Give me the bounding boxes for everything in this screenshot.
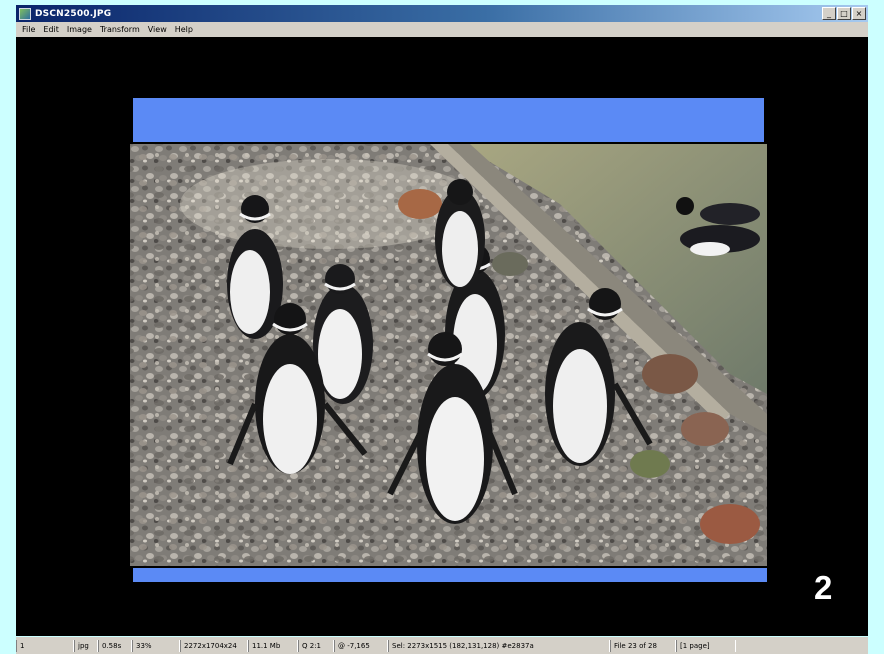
status-dimensions: 2272x1704x24 [180, 639, 248, 652]
status-load-time: 0.58s [98, 639, 132, 652]
menu-bar: File Edit Image Transform View Help [16, 22, 868, 37]
menu-image[interactable]: Image [63, 25, 96, 34]
status-pages: [1 page] [676, 639, 736, 652]
window-controls: _ □ × [822, 7, 866, 20]
status-memory: 11.1 Mb [248, 639, 298, 652]
menu-help[interactable]: Help [171, 25, 197, 34]
menu-transform[interactable]: Transform [96, 25, 144, 34]
slide-number: 2 [814, 569, 833, 606]
window-title: DSCN2500.JPG [35, 8, 112, 19]
status-format: jpg [74, 639, 98, 652]
app-icon[interactable] [19, 7, 31, 20]
title-bar[interactable]: DSCN2500.JPG _ □ × [16, 5, 868, 22]
menu-edit[interactable]: Edit [39, 25, 63, 34]
menu-view[interactable]: View [144, 25, 171, 34]
status-file-position: File 23 of 28 [610, 639, 676, 652]
status-cursor: @ -7,165 [334, 639, 388, 652]
image-canvas[interactable]: 2 [16, 37, 868, 636]
status-zoom: 33% [132, 639, 180, 652]
menu-file[interactable]: File [18, 25, 39, 34]
slide-header-bar [133, 98, 764, 142]
status-index: 1 [16, 639, 74, 652]
viewer-window: DSCN2500.JPG _ □ × File Edit Image Trans… [0, 0, 884, 654]
status-selection: Sel: 2273x1515 (182,131,128) #e2837a [388, 639, 610, 652]
status-bar: 1 jpg 0.58s 33% 2272x1704x24 11.1 Mb Q 2… [16, 637, 868, 654]
close-button[interactable]: × [852, 7, 866, 20]
slide-footer-bar [133, 568, 767, 582]
minimize-button[interactable]: _ [822, 7, 836, 20]
maximize-button[interactable]: □ [837, 7, 851, 20]
penguin-photo [130, 144, 767, 566]
status-quality: Q 2:1 [298, 639, 334, 652]
